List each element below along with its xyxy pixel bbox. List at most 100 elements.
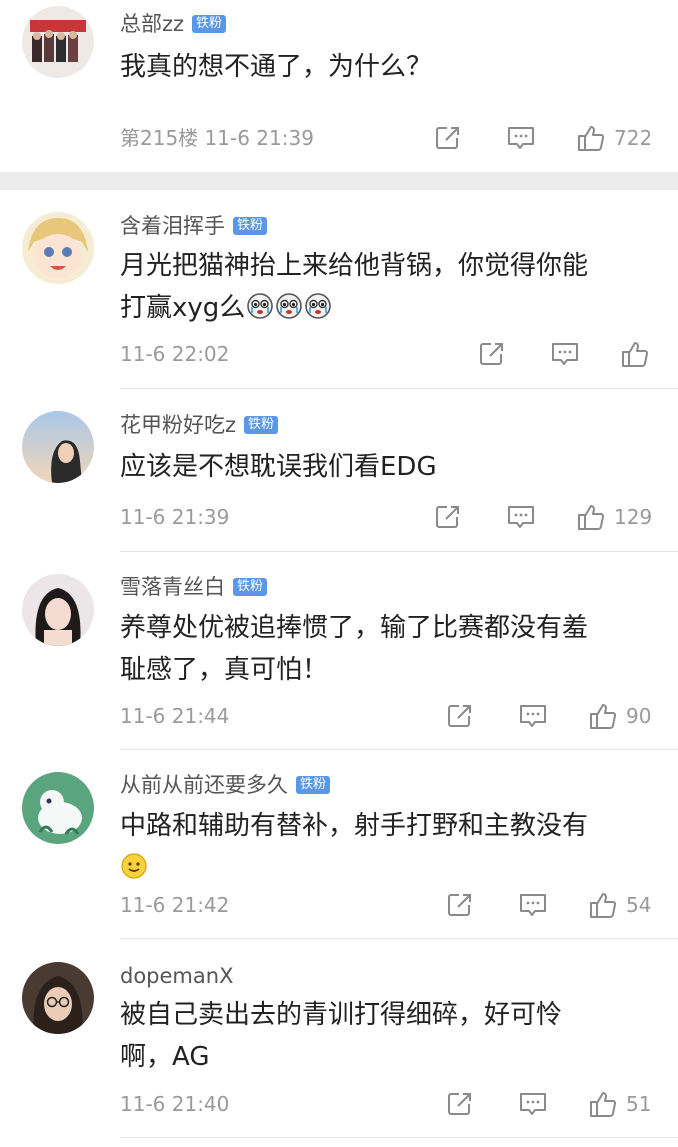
fan-badge: 铁粉 [192,15,227,33]
comment-meta: 11-6 21:40 51 [120,1088,660,1120]
share-button[interactable] [434,501,462,533]
like-icon [578,126,605,152]
name-row: dopemanX [120,962,233,990]
username[interactable]: 从前从前还要多久 [120,771,288,799]
comment-button[interactable] [550,338,580,370]
comment-icon [508,127,534,149]
comment-button[interactable] [506,122,536,154]
comment-text-line: 应该是不想耽误我们看EDG [120,452,437,482]
section-divider [0,172,678,190]
comment-separator [120,551,678,552]
share-icon [448,705,471,727]
avatar[interactable] [22,772,94,844]
comment-icon [552,343,578,365]
comment-separator [120,1137,678,1138]
crying-face-emoji-icon [246,291,274,333]
comment-button[interactable] [518,700,548,732]
avatar[interactable] [22,574,94,646]
comment-meta: 11-6 21:39 129 [120,501,660,533]
like-icon [622,342,649,368]
timestamp: 11-6 22:02 [120,342,230,366]
comment-text-line [120,847,660,893]
comment-text: 月光把猫神抬上来给他背锅，你觉得你能 打赢xyg么 [120,245,660,333]
timestamp: 11-6 21:39 [120,505,230,529]
like-button[interactable]: 90 [588,700,651,732]
comment-meta: 第215楼 11-6 21:39 722 [120,122,660,154]
like-icon [578,505,605,531]
like-button[interactable]: 54 [588,889,651,921]
like-button[interactable]: 129 [576,501,652,533]
floor-number: 第215楼 [120,126,199,150]
username[interactable]: dopemanX [120,962,233,990]
girl-portrait-avatar-icon [22,574,94,646]
name-row: 从前从前还要多久 铁粉 [120,771,331,799]
name-row: 含着泪挥手 铁粉 [120,212,268,240]
smile-emoji-icon [120,851,148,893]
share-button[interactable] [434,122,462,154]
comment-text: 我真的想不通了，为什么？ [120,46,660,88]
comment-separator [120,388,678,389]
comment-text: 中路和辅助有替补，射手打野和主教没有 [120,805,660,893]
like-icon [590,893,617,919]
name-row: 雪落青丝白 铁粉 [120,573,268,601]
share-icon [480,343,503,365]
comment-text: 应该是不想耽误我们看EDG [120,446,660,488]
group-photo-avatar-icon [22,6,94,78]
username[interactable]: 总部zz [120,10,184,38]
share-icon [448,1093,471,1115]
fan-badge: 铁粉 [233,578,268,596]
comment-text-line: 啊，AG [120,1042,210,1072]
comment-button[interactable] [518,1088,548,1120]
comment-separator [120,749,678,750]
time-text: 11-6 21:39 [204,126,314,150]
avatar[interactable] [22,6,94,78]
timestamp: 11-6 21:40 [120,1092,230,1116]
comment-item: 总部zz 铁粉 我真的想不通了，为什么？ 第215楼 11-6 21:39 72… [0,0,678,172]
comment-text-line: 我真的想不通了，为什么？ [120,52,433,82]
comment-icon [520,1093,546,1115]
avatar[interactable] [22,962,94,1034]
avatar[interactable] [22,212,94,284]
username[interactable]: 花甲粉好吃z [120,411,236,439]
share-button[interactable] [478,338,506,370]
like-button[interactable] [620,338,650,370]
share-button[interactable] [446,1088,474,1120]
share-icon [448,894,471,916]
comment-text-line: 中路和辅助有替补，射手打野和主教没有 [120,811,589,841]
like-count: 54 [626,893,652,917]
fan-badge: 铁粉 [244,416,279,434]
like-button[interactable]: 722 [576,122,652,154]
cartoon-animal-avatar-icon [22,772,94,844]
like-count: 51 [626,1092,652,1116]
comment-icon [520,894,546,916]
comment-separator [120,938,678,939]
username[interactable]: 雪落青丝白 [120,573,225,601]
like-button[interactable]: 51 [588,1088,651,1120]
crying-face-emoji-icon [304,291,332,333]
comment-text: 养尊处优被追捧惯了，输了比赛都没有羞 耻感了，真可怕！ [120,607,660,691]
like-icon [590,1092,617,1118]
comment-icon [508,506,534,528]
name-row: 花甲粉好吃z 铁粉 [120,411,279,439]
share-button[interactable] [446,700,474,732]
woman-glasses-avatar-icon [22,962,94,1034]
timestamp: 11-6 21:42 [120,893,230,917]
share-icon [436,506,459,528]
comment-text-line: 月光把猫神抬上来给他背锅，你觉得你能 [120,251,589,281]
like-count: 722 [614,126,653,150]
comment-text-line: 耻感了，真可怕！ [120,655,329,685]
like-count: 129 [614,505,653,529]
timestamp: 11-6 21:44 [120,704,230,728]
comment-button[interactable] [518,889,548,921]
comment-meta: 11-6 21:44 90 [120,700,660,732]
fan-badge: 铁粉 [233,217,268,235]
comment-button[interactable] [506,501,536,533]
share-button[interactable] [446,889,474,921]
comment-text-line: 养尊处优被追捧惯了，输了比赛都没有羞 [120,613,589,643]
crying-face-emoji-icon [275,291,303,333]
avatar[interactable] [22,411,94,483]
comment-meta: 11-6 21:42 54 [120,889,660,921]
username[interactable]: 含着泪挥手 [120,212,225,240]
like-count: 90 [626,704,652,728]
comment-text-fragment: 打赢xyg么 [120,293,246,323]
